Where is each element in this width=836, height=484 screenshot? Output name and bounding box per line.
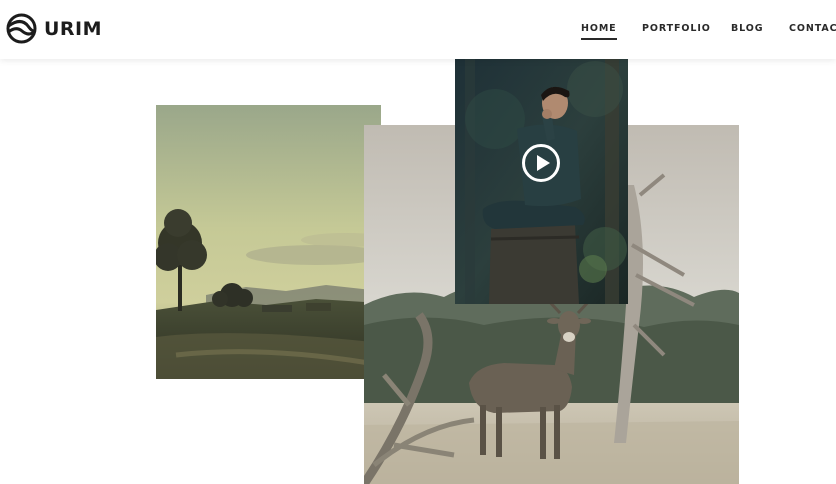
landscape-tree-photo[interactable] — [156, 105, 381, 379]
play-video-button[interactable] — [522, 144, 560, 182]
nav-link-blog[interactable]: BLOG — [731, 23, 763, 34]
main-nav: HOME PORTFOLIO BLOG CONTACT — [0, 23, 836, 43]
nav-link-portfolio[interactable]: PORTFOLIO — [642, 23, 711, 34]
nav-link-home[interactable]: HOME — [581, 23, 617, 40]
man-sitting-photo[interactable] — [455, 59, 628, 304]
site-header: URIM HOME PORTFOLIO BLOG CONTACT — [0, 0, 836, 59]
play-icon — [537, 155, 550, 171]
nav-link-contact[interactable]: CONTACT — [789, 23, 836, 34]
